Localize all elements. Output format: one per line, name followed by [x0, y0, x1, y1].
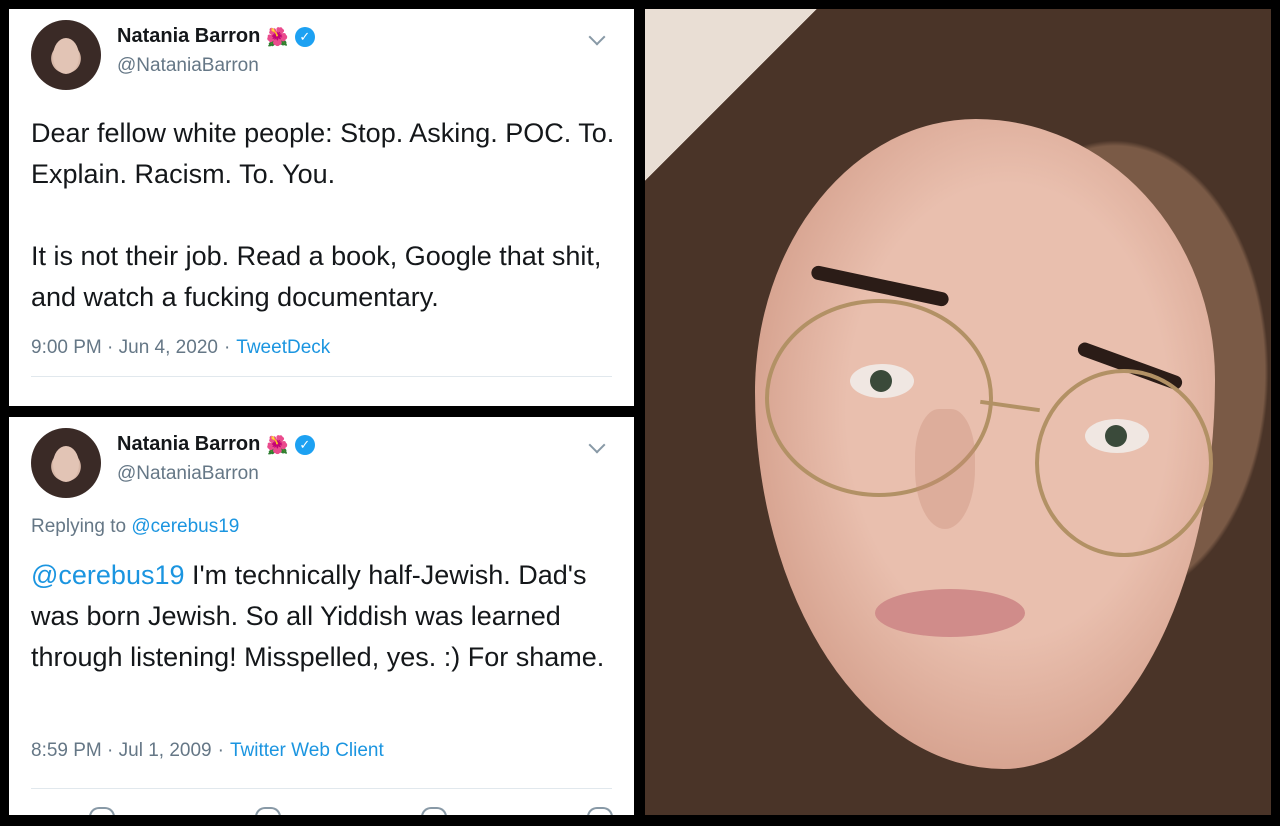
flower-emoji-icon: 🌺: [266, 434, 289, 455]
tweet-source-link[interactable]: Twitter Web Client: [230, 740, 384, 762]
meta-separator: ·: [223, 337, 231, 358]
tweet-meta: 9:00 PM · Jun 4, 2020 · TweetDeck: [31, 337, 330, 359]
replying-to-mention[interactable]: @cerebus19: [131, 516, 239, 537]
chevron-down-icon[interactable]: [588, 436, 606, 454]
author-row: Natania Barron 🌺 ✓: [117, 25, 315, 48]
avatar[interactable]: [31, 20, 101, 90]
portrait-photo: [645, 9, 1271, 815]
glasses-right-lens: [1035, 369, 1213, 557]
chevron-down-icon[interactable]: [588, 28, 606, 46]
mention-link[interactable]: @cerebus19: [31, 560, 185, 590]
share-icon[interactable]: [587, 807, 613, 815]
like-icon[interactable]: [421, 807, 447, 815]
lips: [875, 589, 1025, 637]
author-handle[interactable]: @NataniaBarron: [117, 55, 259, 77]
tweet-timestamp[interactable]: 9:00 PM · Jun 4, 2020: [31, 337, 218, 359]
author-row: Natania Barron 🌺 ✓: [117, 433, 315, 456]
divider: [31, 376, 612, 377]
replying-to: Replying to @cerebus19: [31, 516, 239, 538]
tweet-source-link[interactable]: TweetDeck: [236, 337, 330, 359]
reply-icon[interactable]: [89, 807, 115, 815]
tweet-actions: [89, 807, 613, 815]
verified-badge-icon: ✓: [294, 434, 315, 455]
nose: [915, 409, 975, 529]
tweet-text: Dear fellow white people: Stop. Asking. …: [31, 118, 615, 312]
retweet-icon[interactable]: [255, 807, 281, 815]
tweet-text: @cerebus19 I'm technically half-Jewish. …: [31, 555, 621, 678]
tweet-meta: 8:59 PM · Jul 1, 2009 · Twitter Web Clie…: [31, 740, 384, 762]
author-name[interactable]: Natania Barron: [117, 25, 260, 48]
tweet-card: Natania Barron 🌺 ✓ @NataniaBarron Replyi…: [9, 417, 634, 815]
flower-emoji-icon: 🌺: [266, 26, 289, 47]
meta-separator: ·: [217, 740, 224, 761]
tweet-timestamp[interactable]: 8:59 PM · Jul 1, 2009: [31, 740, 212, 762]
divider: [31, 788, 612, 789]
verified-badge-icon: ✓: [294, 26, 315, 47]
author-name[interactable]: Natania Barron: [117, 433, 260, 456]
replying-to-label: Replying to: [31, 516, 127, 537]
tweet-card: Natania Barron 🌺 ✓ @NataniaBarron Dear f…: [9, 9, 634, 406]
author-handle[interactable]: @NataniaBarron: [117, 463, 259, 485]
avatar[interactable]: [31, 428, 101, 498]
